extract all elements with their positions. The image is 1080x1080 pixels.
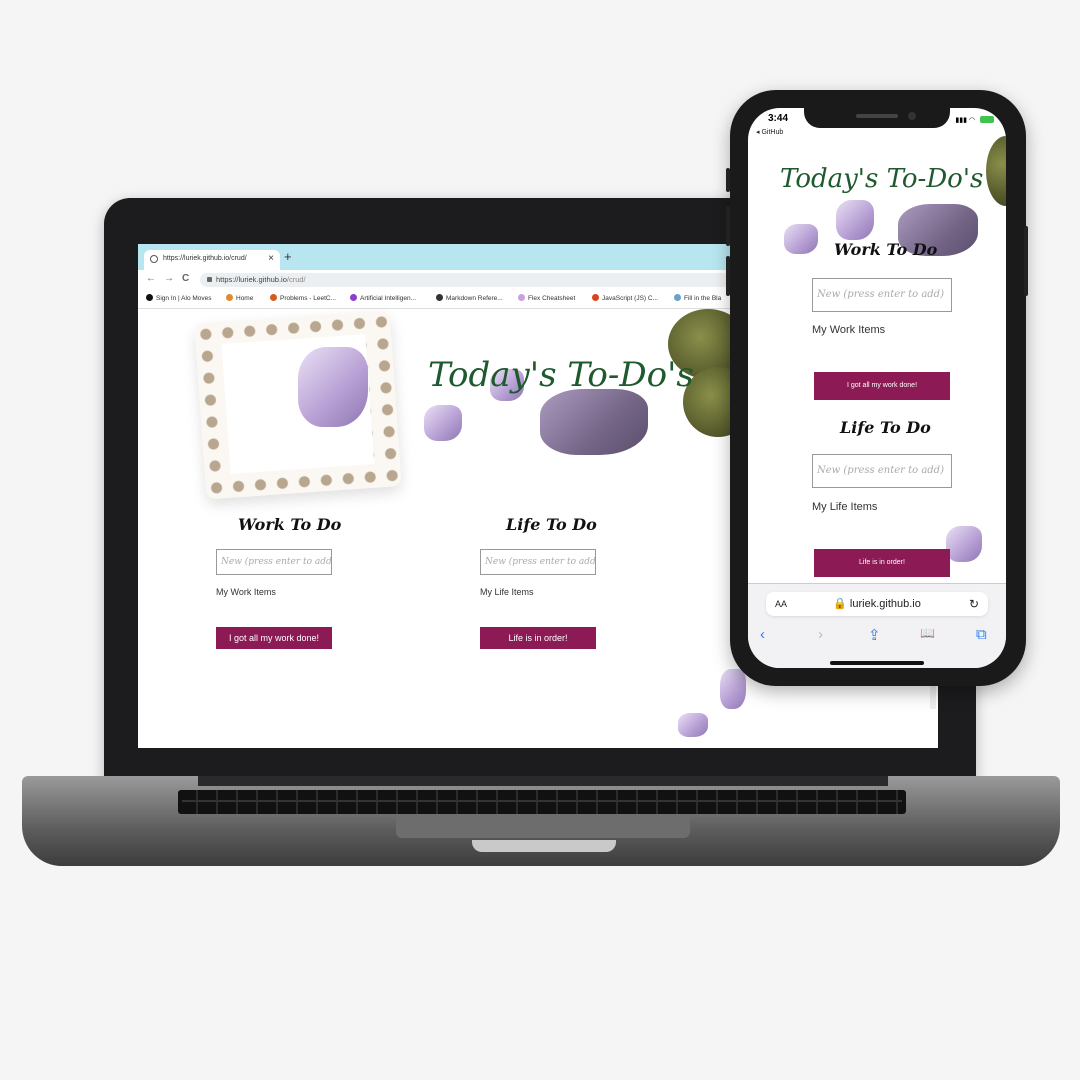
amethyst-image: [424, 405, 462, 441]
speaker-icon: [856, 114, 898, 118]
tab-title: https://luriek.github.io/crud/: [163, 255, 247, 262]
bookmark-icon: [674, 294, 681, 301]
amethyst-image: [678, 713, 708, 737]
amethyst-image: [836, 200, 874, 240]
work-input[interactable]: New (press enter to add): [216, 549, 332, 575]
bookmarks-icon[interactable]: 📖: [920, 626, 935, 640]
new-tab-button[interactable]: +: [284, 249, 292, 264]
amethyst-image: [946, 526, 982, 562]
battery-icon: [980, 116, 994, 123]
amethyst-cluster-image: [540, 389, 648, 455]
safari-address-bar[interactable]: AA 🔒 luriek.github.io ↻: [766, 592, 988, 616]
work-input[interactable]: New (press enter to add): [812, 278, 952, 312]
tabs-icon[interactable]: ⧉: [976, 626, 987, 643]
laptop-lip: [472, 840, 616, 852]
amethyst-image: [298, 347, 368, 427]
status-time: 3:44: [768, 113, 789, 124]
phone-side-button: [1024, 226, 1028, 296]
safari-toolbar: AA 🔒 luriek.github.io ↻ ‹ › ⇪ 📖 ⧉: [748, 583, 1006, 668]
url-path: /crud/: [286, 275, 306, 284]
bookmark-item[interactable]: Fill in the Bla: [674, 294, 721, 302]
bookmark-item[interactable]: Sign In | Alo Moves: [146, 294, 212, 302]
work-done-button[interactable]: I got all my work done!: [814, 372, 950, 400]
keyboard-divider: [182, 800, 902, 802]
phone-notch: [804, 108, 950, 128]
bookmark-item[interactable]: Problems - LeetC...: [270, 294, 336, 302]
signal-icon: ▮▮▮: [955, 117, 967, 124]
back-icon[interactable]: ‹: [760, 626, 765, 643]
close-tab-icon[interactable]: ×: [268, 253, 274, 264]
page-title: Today's To-Do's: [780, 164, 984, 194]
browser-tab[interactable]: https://luriek.github.io/crud/ ×: [144, 250, 280, 270]
succulent-image: [986, 136, 1006, 206]
life-heading: Life To Do: [506, 515, 597, 534]
life-input[interactable]: New (press enter to add): [812, 454, 952, 488]
laptop-trackpad: [396, 816, 690, 838]
wifi-icon: ◠: [968, 117, 976, 124]
phone-side-button: [726, 206, 730, 246]
life-done-button[interactable]: Life is in order!: [814, 549, 950, 577]
address-bar[interactable]: https://luriek.github.io/crud/: [200, 273, 800, 287]
phone-screen: 3:44 ◂ GitHub ▮▮▮ ◠ Today's To-Do's Work…: [748, 108, 1006, 668]
camera-icon: [908, 112, 916, 120]
laptop-keyboard: [178, 790, 906, 814]
bookmark-icon: [518, 294, 525, 301]
bookmark-icon: [350, 294, 357, 301]
work-heading: Work To Do: [834, 240, 938, 259]
bookmark-item[interactable]: Markdown Refere...: [436, 294, 503, 302]
bookmark-item[interactable]: Flex Cheatsheet: [518, 294, 575, 302]
work-items-label: My Work Items: [812, 324, 886, 336]
life-input[interactable]: New (press enter to add): [480, 549, 596, 575]
forward-icon[interactable]: ›: [818, 626, 823, 643]
laptop-hinge: [198, 776, 888, 786]
page-title: Today's To-Do's: [428, 355, 694, 395]
lock-icon: [207, 277, 212, 282]
life-done-button[interactable]: Life is in order!: [480, 627, 596, 649]
bookmark-icon: [436, 294, 443, 301]
url-host: https://luriek.github.io: [216, 275, 287, 284]
bookmark-icon: [270, 294, 277, 301]
phone-side-button: [726, 256, 730, 296]
back-to-github-link[interactable]: ◂ GitHub: [756, 128, 783, 136]
globe-icon: [150, 255, 158, 263]
life-items-label: My Life Items: [480, 587, 534, 597]
home-indicator: [830, 661, 924, 665]
life-heading: Life To Do: [840, 418, 931, 437]
bookmark-icon: [146, 294, 153, 301]
reload-icon[interactable]: C: [182, 273, 189, 284]
bookmark-item[interactable]: JavaScript (JS) C...: [592, 294, 658, 302]
phone-side-button: [726, 168, 730, 192]
work-heading: Work To Do: [238, 515, 342, 534]
share-icon[interactable]: ⇪: [868, 626, 881, 644]
bookmark-icon: [592, 294, 599, 301]
status-icons: ▮▮▮ ◠: [955, 116, 994, 124]
forward-arrow-icon[interactable]: →: [164, 273, 174, 284]
work-items-label: My Work Items: [216, 587, 276, 597]
back-arrow-icon[interactable]: ←: [146, 273, 156, 284]
life-items-label: My Life Items: [812, 501, 878, 513]
bookmark-item[interactable]: Home: [226, 294, 253, 302]
reload-icon[interactable]: ↻: [969, 592, 979, 616]
safari-domain: 🔒 luriek.github.io: [833, 598, 921, 610]
work-done-button[interactable]: I got all my work done!: [216, 627, 332, 649]
bookmark-icon: [226, 294, 233, 301]
amethyst-image: [720, 669, 746, 709]
safari-nav-tools: ‹ › ⇪ 📖 ⧉: [748, 626, 1006, 646]
amethyst-image: [784, 224, 818, 254]
bookmark-item[interactable]: Artificial Intelligen...: [350, 294, 416, 302]
